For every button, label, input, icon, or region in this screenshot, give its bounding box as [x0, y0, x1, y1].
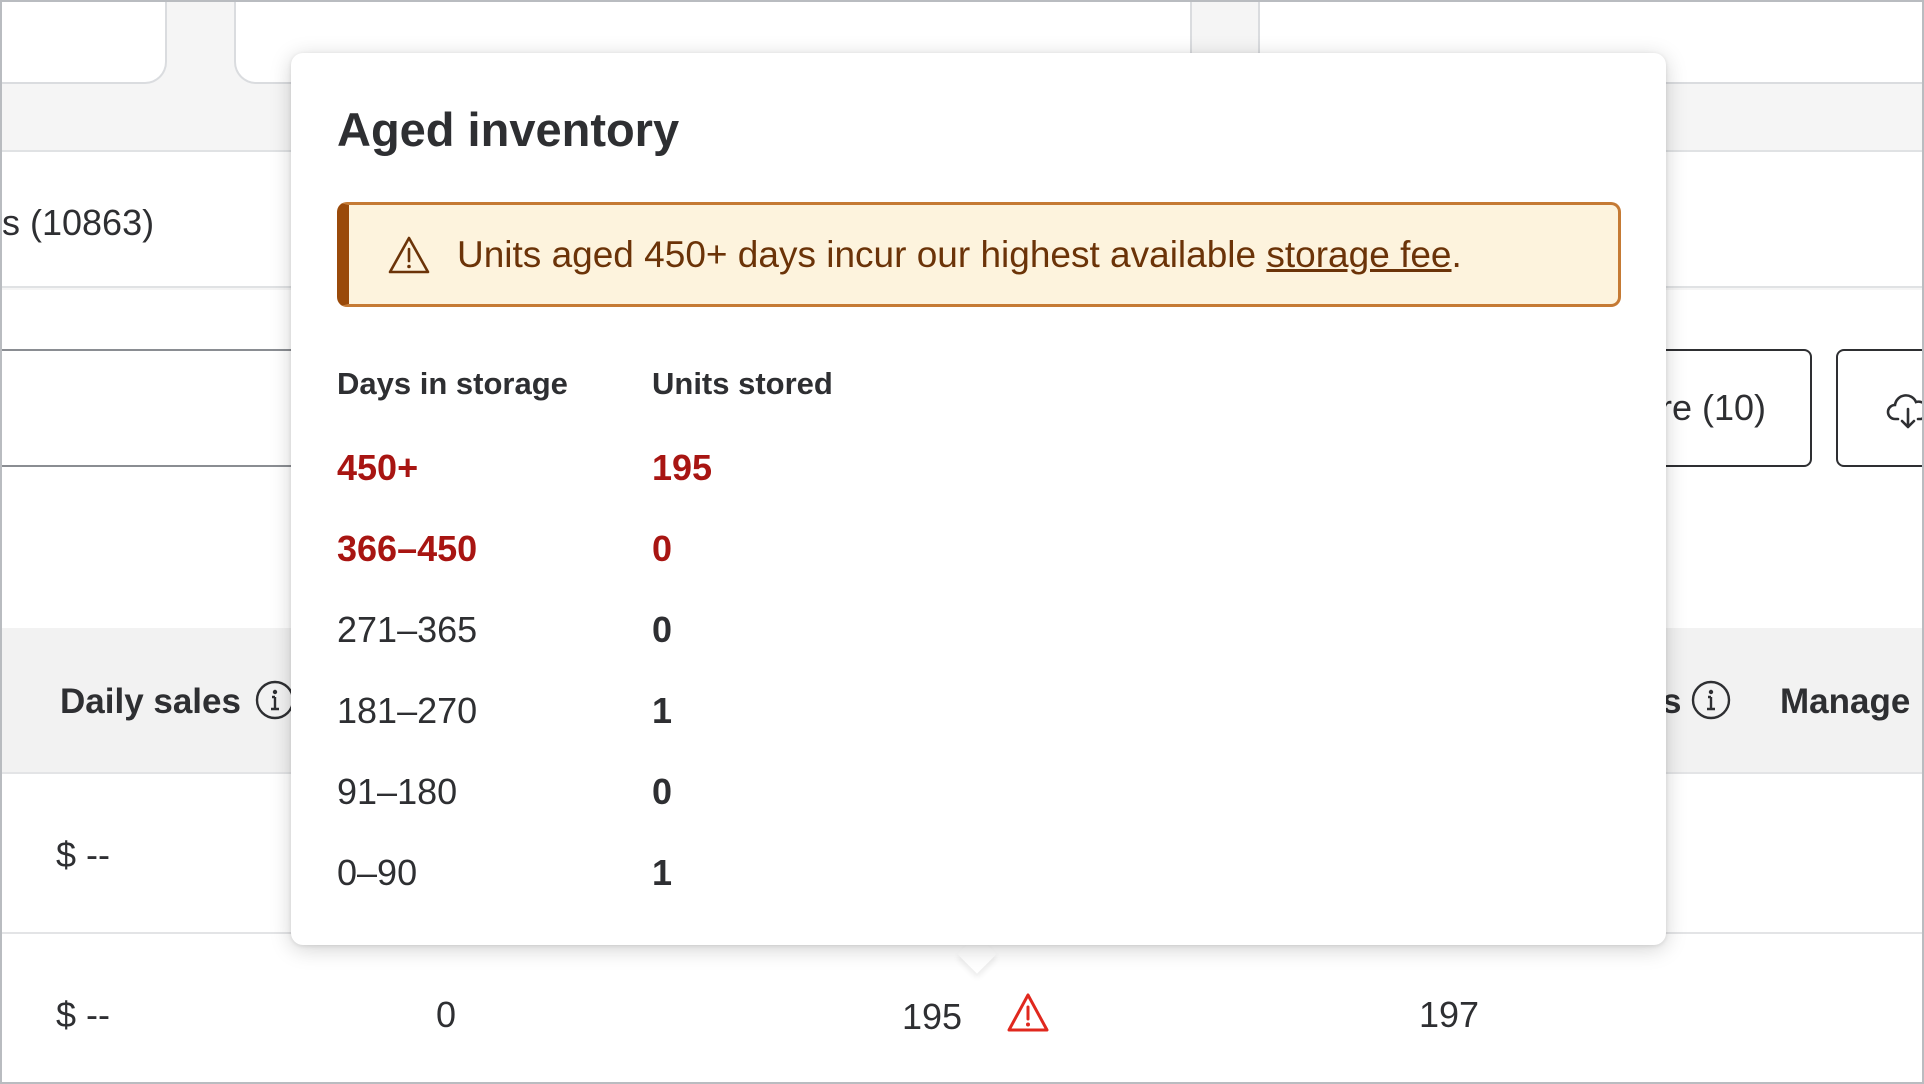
- units-value: 197: [1419, 994, 1480, 1035]
- days-range: 91–180: [337, 771, 458, 812]
- units-count: 195: [652, 447, 713, 488]
- col-header-days-in-storage: Days in storage: [337, 366, 568, 401]
- col-header-units-stored: Units stored: [652, 366, 833, 401]
- filter-button-label: re (10): [1659, 387, 1766, 428]
- storage-fee-alert: Units aged 450+ days incur our highest a…: [337, 202, 1621, 307]
- alert-text: Units aged 450+ days incur our highest a…: [457, 233, 1267, 275]
- sales-value: 0: [436, 994, 457, 1035]
- storage-fee-link[interactable]: storage fee: [1266, 234, 1451, 275]
- units-count: 0: [652, 771, 673, 812]
- app-frame: s (10863) re (10) Daily sales s Manage $…: [0, 0, 1924, 1084]
- download-button[interactable]: [1836, 349, 1922, 467]
- summary-card: [2, 2, 167, 84]
- aged-inventory-popover: [291, 53, 1666, 945]
- alert-message: Units aged 450+ days incur our highest a…: [457, 234, 1462, 276]
- units-count: 0: [652, 528, 673, 569]
- units-count: 1: [652, 852, 673, 893]
- daily-sales-value: $ --: [56, 834, 110, 875]
- popover-title: Aged inventory: [337, 103, 680, 156]
- days-range: 181–270: [337, 690, 478, 731]
- days-range: 366–450: [337, 528, 478, 569]
- days-range: 271–365: [337, 609, 478, 650]
- col-header-daily-sales[interactable]: Daily sales: [60, 682, 241, 722]
- warning-icon: [388, 236, 430, 273]
- warning-icon[interactable]: [1006, 992, 1050, 1034]
- days-range: 0–90: [337, 852, 418, 893]
- info-icon[interactable]: [1690, 679, 1732, 721]
- days-range: 450+: [337, 447, 419, 488]
- tab-all-items[interactable]: s (10863): [2, 202, 154, 244]
- aged-inventory-value[interactable]: 195: [902, 996, 962, 1038]
- units-count: 0: [652, 609, 673, 650]
- col-header-manage: Manage: [1780, 682, 1911, 721]
- daily-sales-value: $ --: [56, 994, 110, 1035]
- units-count: 1: [652, 690, 673, 731]
- info-icon[interactable]: [254, 679, 296, 721]
- cloud-download-icon: [1886, 394, 1922, 429]
- alert-text-end: .: [1451, 233, 1462, 275]
